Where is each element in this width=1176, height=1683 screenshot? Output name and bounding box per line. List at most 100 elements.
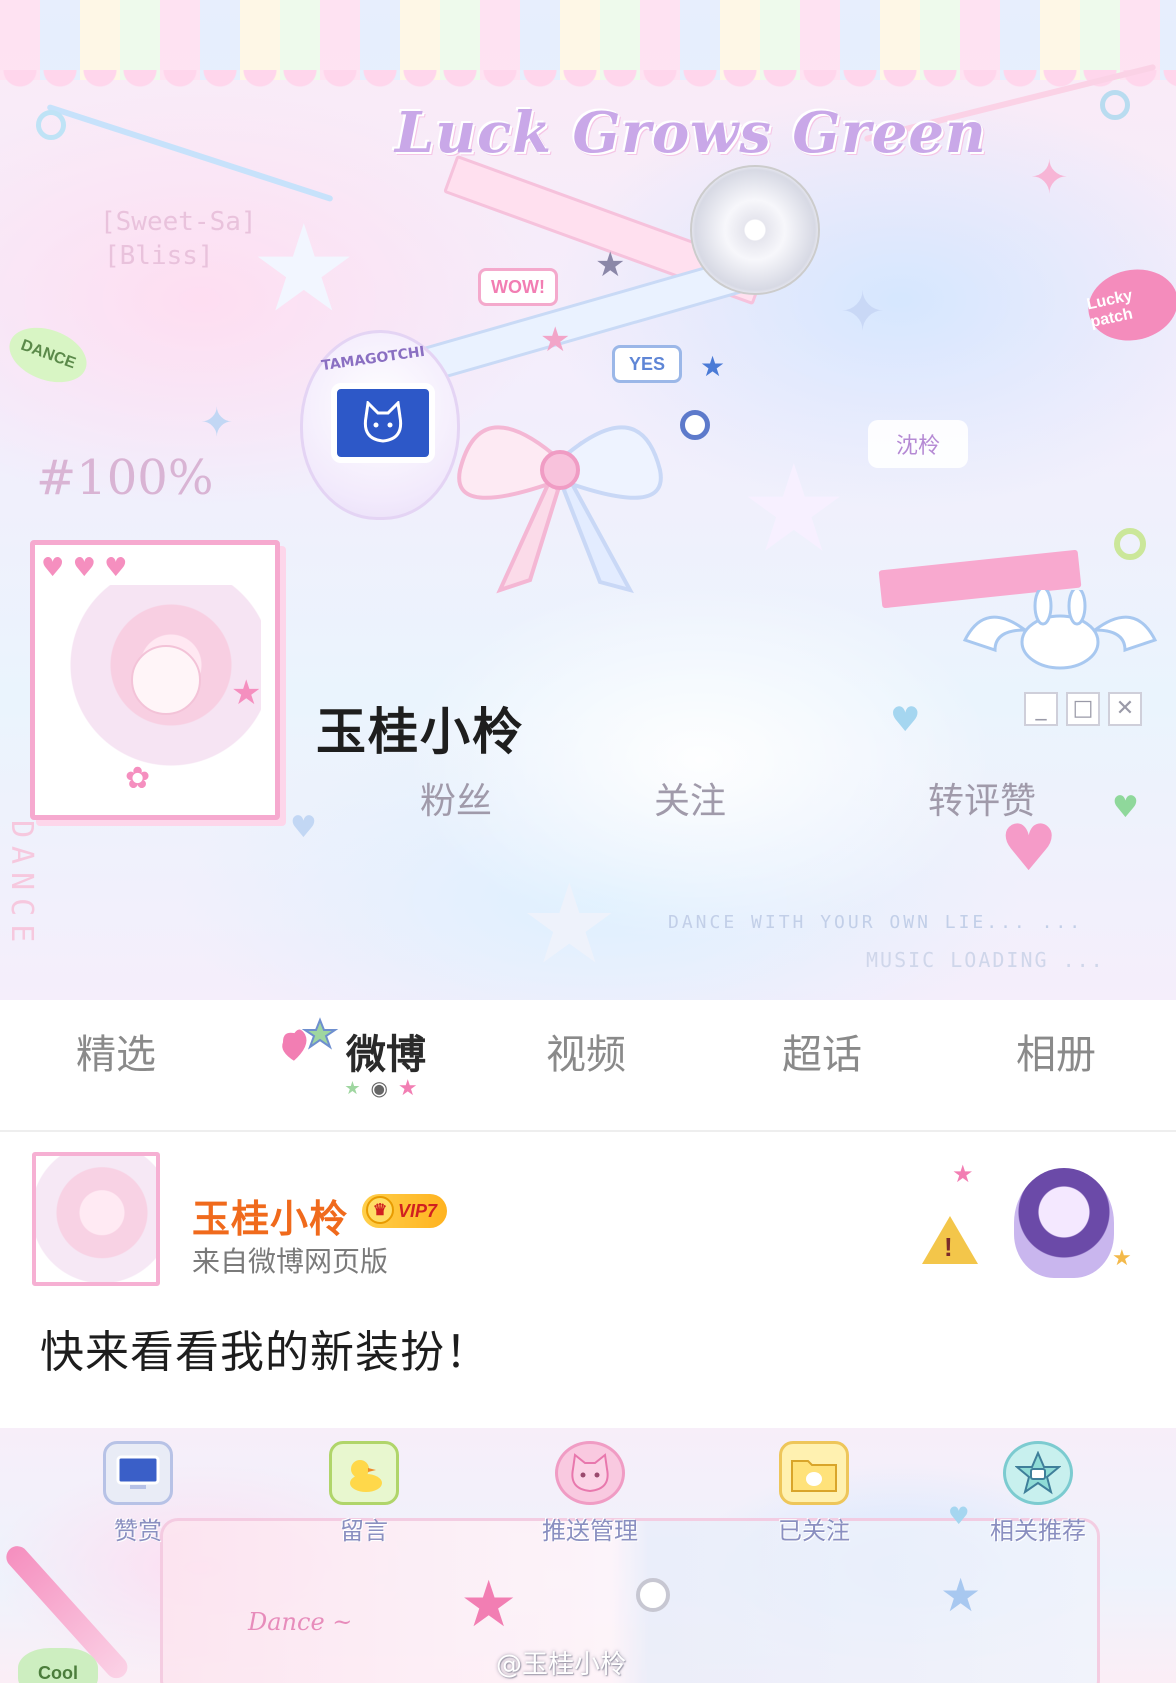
star-icon: ★ bbox=[1112, 1246, 1132, 1271]
cover-title: Luck Grows Green bbox=[395, 100, 987, 166]
post-text: 快来看看我的新装扮！ bbox=[40, 1327, 490, 1378]
tab-weibo[interactable]: 微博 bbox=[346, 1022, 426, 1080]
avatar-face bbox=[131, 645, 201, 715]
cover-sweet-line-2: [Bliss] bbox=[104, 241, 214, 271]
dance-sticker: DANCE bbox=[1, 317, 95, 393]
post-card[interactable]: 玉桂小柃 ♛ VIP7 来自微博网页版 快来看看我的新装扮！ ! ★ ★ bbox=[0, 1132, 1176, 1428]
profile-cover: ✦ ✦ ✦ ★ ★ ★ ★ ★ ★ ★ ♥ ♥ ♥ ♥ ♥ Luck Grows… bbox=[0, 0, 1176, 1000]
cool-sticker: Cool bbox=[18, 1648, 98, 1683]
cat-shape-icon bbox=[571, 1453, 609, 1493]
star-icon: ★ bbox=[595, 245, 626, 285]
character-sticker bbox=[1014, 1168, 1114, 1278]
star-icon: ★ bbox=[940, 1568, 982, 1622]
vip-badge[interactable]: ♛ VIP7 bbox=[362, 1194, 448, 1228]
vertical-dance-text: DANCE bbox=[4, 820, 39, 951]
reward-button[interactable]: 赞赏 bbox=[68, 1436, 208, 1546]
message-label: 留言 bbox=[340, 1517, 388, 1545]
vip-level: VIP7 bbox=[398, 1200, 438, 1221]
post-author-name[interactable]: 玉桂小柃 bbox=[192, 1188, 348, 1243]
bead-decoration bbox=[1100, 90, 1130, 120]
folder-shape-icon bbox=[791, 1460, 837, 1492]
star-icon: ✦ bbox=[200, 400, 234, 446]
window-controls-decoration: _ □ ✕ bbox=[1024, 692, 1142, 726]
heart-icon: ♥ ♥ ♥ bbox=[41, 553, 128, 583]
star-icon: ★ bbox=[700, 350, 726, 383]
cat-face-icon bbox=[363, 401, 403, 443]
star-icon: ✦ bbox=[840, 280, 886, 343]
star-icon: ★ bbox=[250, 200, 358, 339]
disc-icon: ◉ bbox=[370, 1076, 388, 1100]
tamagotchi-label: TAMAGOTCHI bbox=[320, 343, 426, 375]
winged-bunny-decoration bbox=[962, 590, 1158, 670]
post-author-avatar[interactable] bbox=[32, 1152, 160, 1286]
minimize-icon: _ bbox=[1024, 692, 1058, 726]
bead-decoration bbox=[1114, 528, 1146, 560]
message-button[interactable]: 留言 bbox=[294, 1436, 434, 1546]
reward-label: 赞赏 bbox=[114, 1517, 162, 1545]
cat-icon bbox=[555, 1441, 625, 1505]
marquee-text-1: DANCE WITH YOUR OWN LIE... ... bbox=[668, 912, 1084, 933]
heart-icon: ♥ bbox=[890, 700, 921, 740]
marquee-text-2: MUSIC LOADING ... bbox=[866, 948, 1105, 972]
bead-decoration bbox=[36, 110, 66, 140]
star-icon: ★ bbox=[952, 1160, 974, 1188]
cover-top-band bbox=[0, 0, 1176, 80]
bottom-toolbar: ★ ★ ♥ Dance ~ Cool 赞赏 留言 推送管理 已关注 相关推荐 @… bbox=[0, 1428, 1176, 1683]
fans-count-link[interactable]: 粉丝 bbox=[420, 772, 492, 824]
following-button[interactable]: 已关注 bbox=[744, 1436, 884, 1546]
cd-decoration bbox=[690, 165, 820, 295]
dance-deco-text: Dance ~ bbox=[248, 1608, 353, 1636]
tamagotchi-screen bbox=[331, 383, 435, 463]
ribbon-decoration bbox=[46, 103, 334, 203]
duck-icon bbox=[329, 1441, 399, 1505]
close-icon: ✕ bbox=[1108, 692, 1142, 726]
computer-icon bbox=[103, 1441, 173, 1505]
heart-icon: ♥ bbox=[948, 1502, 970, 1530]
folder-bunny-icon bbox=[779, 1441, 849, 1505]
maximize-icon: □ bbox=[1066, 692, 1100, 726]
tab-active-indicator: ★ ◉ ★ bbox=[326, 1075, 436, 1101]
ring-decoration bbox=[636, 1578, 670, 1612]
cover-percent-text: #100% bbox=[36, 450, 214, 506]
following-count-link[interactable]: 关注 bbox=[654, 772, 726, 824]
star-icon: ★ bbox=[231, 673, 262, 713]
tab-video[interactable]: 视频 bbox=[546, 1022, 626, 1080]
tab-supertopic[interactable]: 超话 bbox=[782, 1022, 862, 1080]
heart-icon: ♥ bbox=[1112, 790, 1139, 825]
push-settings-label: 推送管理 bbox=[542, 1517, 638, 1545]
watermark-text: @玉桂小柃 bbox=[496, 1650, 627, 1680]
warning-mark: ! bbox=[944, 1232, 953, 1262]
profile-name: 玉桂小柃 bbox=[316, 703, 524, 761]
following-label: 已关注 bbox=[778, 1517, 850, 1545]
star-icon: ★ bbox=[397, 1075, 418, 1101]
tab-featured[interactable]: 精选 bbox=[76, 1022, 156, 1080]
star-icon: ★ bbox=[460, 1568, 518, 1642]
interactions-count-link[interactable]: 转评赞 bbox=[928, 772, 1036, 824]
duck-shape-icon bbox=[350, 1460, 382, 1492]
card-sticker-decoration: ! ★ ★ bbox=[922, 1160, 1142, 1290]
cover-scallop-trim bbox=[0, 70, 1176, 92]
star-shape-icon bbox=[1015, 1451, 1061, 1495]
wow-sticker: WOW! bbox=[478, 268, 558, 306]
recommendations-label: 相关推荐 bbox=[990, 1517, 1086, 1545]
bead-decoration bbox=[680, 410, 710, 440]
cover-sweet-line-1: [Sweet-Sa] bbox=[100, 207, 257, 237]
profile-avatar[interactable]: ♥ ♥ ♥ ★ ✿ bbox=[30, 540, 280, 820]
star-icon: ★ bbox=[344, 1077, 361, 1099]
star-icon: ★ bbox=[540, 320, 571, 360]
cover-sweet-text: [Sweet-Sa] [Bliss] bbox=[100, 205, 257, 273]
post-source: 来自微博网页版 bbox=[192, 1245, 389, 1278]
star-icon: ✦ bbox=[1030, 150, 1069, 204]
tab-album[interactable]: 相册 bbox=[1016, 1022, 1096, 1080]
heart-star-icon bbox=[280, 1017, 339, 1064]
bow-decoration bbox=[457, 425, 663, 594]
star-robot-icon bbox=[1003, 1441, 1073, 1505]
computer-screen-icon bbox=[116, 1455, 160, 1489]
star-icon: ★ bbox=[520, 860, 619, 988]
recommendations-button[interactable]: 相关推荐 bbox=[968, 1436, 1108, 1546]
bunny-icon: ✿ bbox=[125, 761, 151, 796]
name-tag-sticker: 沈柃 bbox=[868, 420, 968, 468]
tamagotchi-decoration: TAMAGOTCHI bbox=[300, 330, 460, 520]
heart-icon: ♥ bbox=[290, 810, 317, 845]
push-settings-button[interactable]: 推送管理 bbox=[520, 1436, 660, 1546]
